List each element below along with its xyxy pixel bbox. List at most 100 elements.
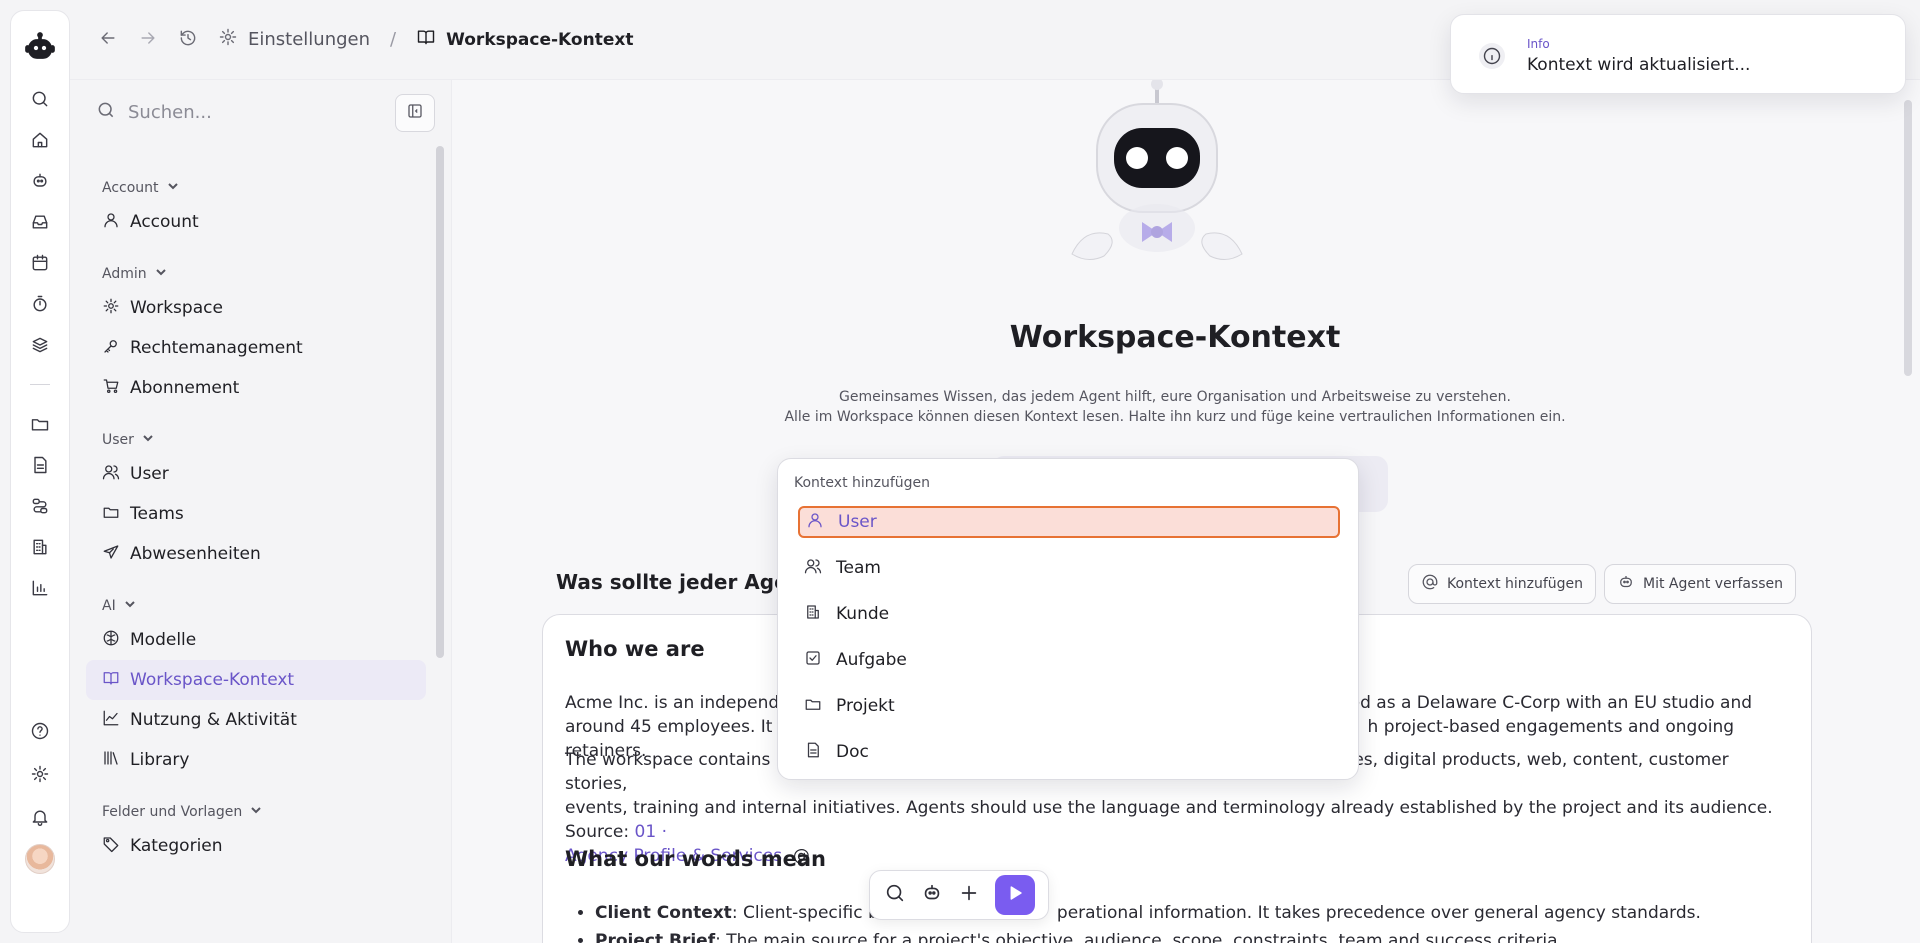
main-scrollbar[interactable] — [1904, 100, 1912, 376]
sidebar-collapse-icon — [406, 102, 424, 124]
definitions-list: Client Context: Client-specific branpera… — [595, 899, 1795, 943]
chevron-down-icon — [250, 804, 262, 820]
users-icon — [804, 557, 822, 580]
sidebar-item-workspace[interactable]: Workspace — [86, 288, 426, 328]
sidebar-item-account[interactable]: Account — [86, 202, 426, 242]
chevron-down-icon — [142, 432, 154, 448]
sidebar-item-teams[interactable]: Teams — [86, 494, 426, 534]
toast-label: Info — [1527, 37, 1550, 51]
key-icon — [102, 337, 120, 360]
sidebar-scrollbar[interactable] — [436, 146, 444, 658]
gear-icon — [218, 27, 238, 52]
section-account[interactable]: Account — [86, 174, 426, 202]
search-icon[interactable] — [884, 882, 906, 908]
editor-heading-who: Who we are — [565, 637, 705, 661]
line-chart-icon — [102, 709, 120, 732]
list-item: Client Context: Client-specific branpera… — [595, 899, 1795, 927]
compose-with-agent-button[interactable]: Mit Agent verfassen — [1604, 564, 1797, 604]
dropdown-option-team[interactable]: Team — [798, 552, 1340, 584]
search-icon — [96, 100, 116, 125]
sidebar-item-workspace-kontext[interactable]: Workspace-Kontext — [86, 660, 426, 700]
bell-icon[interactable] — [28, 805, 52, 829]
breadcrumb-settings[interactable]: Einstellungen — [218, 27, 370, 52]
search-input[interactable]: Suchen... — [96, 100, 212, 125]
sidebar-item-nutzung[interactable]: Nutzung & Aktivität — [86, 700, 426, 740]
editor-toolbar — [869, 870, 1049, 920]
page-title: Workspace-Kontext — [1009, 320, 1341, 355]
breadcrumb-settings-label: Einstellungen — [248, 29, 371, 50]
folder-icon[interactable] — [28, 412, 52, 436]
user-icon — [806, 511, 824, 534]
agent-icon — [1617, 573, 1635, 595]
section-admin[interactable]: Admin — [86, 260, 426, 288]
dropdown-option-aufgabe[interactable]: Aufgabe — [798, 644, 1340, 676]
robot-mascot-illustration — [1062, 80, 1252, 278]
sidebar-item-abwesenheiten[interactable]: Abwesenheiten — [86, 534, 426, 574]
dropdown-option-projekt[interactable]: Projekt — [798, 690, 1340, 722]
info-toast: Info Kontext wird aktualisiert... — [1450, 14, 1906, 94]
app-logo-icon[interactable] — [24, 31, 56, 63]
library-icon — [102, 749, 120, 772]
send-button[interactable] — [994, 875, 1035, 915]
inbox-icon[interactable] — [28, 210, 52, 234]
sidebar-item-rechtemanagement[interactable]: Rechtemanagement — [86, 328, 426, 368]
section-felder[interactable]: Felder und Vorlagen — [86, 798, 426, 826]
dropdown-option-user[interactable]: User — [798, 506, 1340, 538]
agent-icon[interactable] — [921, 882, 943, 908]
chevron-down-icon — [167, 180, 179, 196]
rail-divider — [30, 384, 50, 385]
avatar[interactable] — [25, 844, 55, 874]
folder-icon — [102, 503, 120, 526]
agent-icon[interactable] — [28, 169, 52, 193]
folder-icon — [804, 695, 822, 718]
source-link[interactable]: 01 · — [635, 822, 667, 842]
cart-icon — [102, 377, 120, 400]
mention-dropdown: Kontext hinzufügen User Team Kunde Aufga… — [777, 458, 1359, 780]
brain-icon — [102, 629, 120, 652]
history-icon[interactable] — [178, 28, 198, 52]
search-icon[interactable] — [28, 87, 52, 111]
sidebar-nav: Account Account Admin Workspace Rechtema… — [86, 170, 426, 866]
plus-icon[interactable] — [958, 882, 980, 908]
gear-icon[interactable] — [28, 762, 52, 786]
chart-icon[interactable] — [28, 576, 52, 600]
sidebar-item-library[interactable]: Library — [86, 740, 426, 780]
back-arrow-icon[interactable] — [98, 28, 118, 52]
dropdown-option-doc[interactable]: Doc — [798, 736, 1340, 768]
search-placeholder: Suchen... — [128, 102, 212, 123]
at-sign-icon — [1421, 573, 1439, 595]
book-icon — [416, 27, 436, 52]
document-icon[interactable] — [28, 453, 52, 477]
document-icon — [804, 741, 822, 764]
toast-message: Kontext wird aktualisiert... — [1527, 55, 1751, 75]
info-icon — [1479, 43, 1505, 69]
play-icon — [1006, 884, 1024, 906]
book-icon — [102, 669, 120, 692]
checkbox-icon — [804, 649, 822, 672]
calendar-icon[interactable] — [28, 251, 52, 275]
sidebar-item-user[interactable]: User — [86, 454, 426, 494]
add-context-button[interactable]: Kontext hinzufügen — [1408, 564, 1597, 604]
home-icon[interactable] — [28, 128, 52, 152]
breadcrumb-current: Workspace-Kontext — [416, 27, 633, 52]
chevron-down-icon — [124, 598, 136, 614]
section-user[interactable]: User — [86, 426, 426, 454]
building-icon — [804, 603, 822, 626]
settings-sidebar: Suchen... Account Account Admin Workspac… — [72, 80, 452, 943]
section-heading: Was sollte jeder Agent — [556, 570, 812, 594]
sidebar-item-modelle[interactable]: Modelle — [86, 620, 426, 660]
building-icon[interactable] — [28, 535, 52, 559]
forward-arrow-icon[interactable] — [138, 28, 158, 52]
users-icon — [102, 463, 120, 486]
workflow-icon[interactable] — [28, 494, 52, 518]
dropdown-option-kunde[interactable]: Kunde — [798, 598, 1340, 630]
section-ai[interactable]: AI — [86, 592, 426, 620]
sidebar-item-abonnement[interactable]: Abonnement — [86, 368, 426, 408]
collapse-sidebar-button[interactable] — [395, 94, 435, 132]
help-icon[interactable] — [28, 719, 52, 743]
editor-heading-words: What our words mean — [565, 847, 826, 871]
gear-icon — [102, 297, 120, 320]
layers-icon[interactable] — [28, 333, 52, 357]
timer-icon[interactable] — [28, 292, 52, 316]
sidebar-item-kategorien[interactable]: Kategorien — [86, 826, 426, 866]
